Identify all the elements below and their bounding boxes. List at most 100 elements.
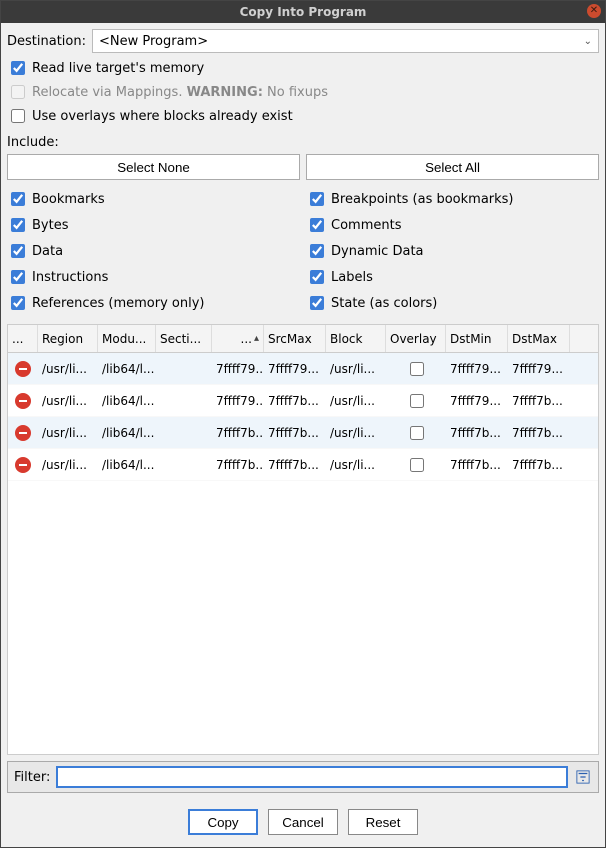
- col-srcmax[interactable]: SrcMax: [264, 325, 326, 352]
- include-checkbox[interactable]: [310, 296, 324, 310]
- overlay-checkbox[interactable]: [410, 426, 424, 440]
- select-all-button[interactable]: Select All: [306, 154, 599, 180]
- filter-input[interactable]: [56, 766, 568, 788]
- col-region[interactable]: Region: [38, 325, 98, 352]
- include-checkbox[interactable]: [310, 270, 324, 284]
- cell-srcmin: 7ffff7b...: [212, 449, 264, 480]
- cell-region: /usr/li...: [38, 449, 98, 480]
- table-row[interactable]: /usr/li.../lib64/l...7ffff7b...7ffff7b..…: [8, 417, 598, 449]
- include-checkbox[interactable]: [310, 192, 324, 206]
- cell-srcmax: 7ffff7b...: [264, 449, 326, 480]
- table-row[interactable]: /usr/li.../lib64/l...7ffff79...7ffff79..…: [8, 353, 598, 385]
- include-checkbox[interactable]: [310, 244, 324, 258]
- cell-dstmax: 7ffff79...: [508, 353, 570, 384]
- cell-dstmin: 7ffff7b...: [446, 449, 508, 480]
- include-label: Include:: [7, 135, 599, 150]
- cancel-button[interactable]: Cancel: [268, 809, 338, 835]
- chevron-down-icon: ⌄: [584, 36, 592, 47]
- include-checkbox[interactable]: [11, 244, 25, 258]
- copy-button[interactable]: Copy: [188, 809, 258, 835]
- include-item[interactable]: State (as colors): [306, 292, 599, 314]
- include-checkbox[interactable]: [310, 218, 324, 232]
- include-item[interactable]: Breakpoints (as bookmarks): [306, 188, 599, 210]
- reset-button[interactable]: Reset: [348, 809, 418, 835]
- cell-module: /lib64/l...: [98, 385, 156, 416]
- table-header: ... Region Modu... Secti... ... ▴ SrcMax…: [8, 325, 598, 353]
- cell-remove[interactable]: [8, 449, 38, 480]
- titlebar: Copy Into Program ✕: [1, 1, 605, 23]
- cell-section: [156, 353, 212, 384]
- destination-select[interactable]: <New Program> ⌄: [92, 29, 599, 53]
- include-item[interactable]: Bytes: [7, 214, 300, 236]
- col-srcmin[interactable]: ... ▴: [212, 325, 264, 352]
- include-item-label: Comments: [331, 218, 401, 233]
- cell-module: /lib64/l...: [98, 449, 156, 480]
- col-remove[interactable]: ...: [8, 325, 38, 352]
- cell-dstmax: 7ffff7b...: [508, 417, 570, 448]
- include-item-label: Breakpoints (as bookmarks): [331, 192, 514, 207]
- include-item-label: Bookmarks: [32, 192, 105, 207]
- read-memory-checkbox[interactable]: [11, 61, 25, 75]
- overlay-checkbox[interactable]: [410, 362, 424, 376]
- cell-section: [156, 385, 212, 416]
- cell-dstmin: 7ffff79...: [446, 353, 508, 384]
- cell-remove[interactable]: [8, 353, 38, 384]
- cell-remove[interactable]: [8, 385, 38, 416]
- filter-label: Filter:: [14, 770, 50, 785]
- cell-srcmax: 7ffff7b...: [264, 417, 326, 448]
- cell-dstmin: 7ffff7b...: [446, 417, 508, 448]
- col-overlay[interactable]: Overlay: [386, 325, 446, 352]
- remove-row-icon[interactable]: [15, 393, 31, 409]
- relocate-checkbox: [11, 85, 25, 99]
- select-none-button[interactable]: Select None: [7, 154, 300, 180]
- destination-value: <New Program>: [99, 34, 208, 49]
- include-item-label: References (memory only): [32, 296, 204, 311]
- cell-dstmin: 7ffff79...: [446, 385, 508, 416]
- remove-row-icon[interactable]: [15, 361, 31, 377]
- cell-overlay[interactable]: [386, 353, 446, 384]
- overlays-checkbox-row[interactable]: Use overlays where blocks already exist: [7, 105, 599, 127]
- relocate-label: Relocate via Mappings. WARNING: No fixup…: [32, 85, 328, 100]
- destination-label: Destination:: [7, 34, 86, 49]
- cell-remove[interactable]: [8, 417, 38, 448]
- include-item-label: Data: [32, 244, 63, 259]
- include-item[interactable]: Dynamic Data: [306, 240, 599, 262]
- cell-section: [156, 417, 212, 448]
- include-item-label: Labels: [331, 270, 373, 285]
- table-row[interactable]: /usr/li.../lib64/l...7ffff7b...7ffff7b..…: [8, 449, 598, 481]
- col-block[interactable]: Block: [326, 325, 386, 352]
- cell-overlay[interactable]: [386, 417, 446, 448]
- cell-block: /usr/li...: [326, 449, 386, 480]
- include-item[interactable]: References (memory only): [7, 292, 300, 314]
- overlay-checkbox[interactable]: [410, 394, 424, 408]
- include-checkbox[interactable]: [11, 218, 25, 232]
- cell-srcmax: 7ffff7b...: [264, 385, 326, 416]
- include-checkbox[interactable]: [11, 296, 25, 310]
- remove-row-icon[interactable]: [15, 425, 31, 441]
- close-icon[interactable]: ✕: [587, 4, 601, 18]
- include-item[interactable]: Data: [7, 240, 300, 262]
- include-item[interactable]: Labels: [306, 266, 599, 288]
- include-item[interactable]: Instructions: [7, 266, 300, 288]
- cell-overlay[interactable]: [386, 385, 446, 416]
- include-item[interactable]: Bookmarks: [7, 188, 300, 210]
- include-checkbox[interactable]: [11, 192, 25, 206]
- cell-overlay[interactable]: [386, 449, 446, 480]
- cell-region: /usr/li...: [38, 353, 98, 384]
- col-dstmax[interactable]: DstMax: [508, 325, 570, 352]
- read-memory-checkbox-row[interactable]: Read live target's memory: [7, 57, 599, 79]
- remove-row-icon[interactable]: [15, 457, 31, 473]
- filter-options-icon[interactable]: [574, 768, 592, 786]
- filter-bar: Filter:: [7, 761, 599, 793]
- col-module[interactable]: Modu...: [98, 325, 156, 352]
- cell-srcmin: 7ffff79...: [212, 353, 264, 384]
- overlay-checkbox[interactable]: [410, 458, 424, 472]
- include-item[interactable]: Comments: [306, 214, 599, 236]
- table-row[interactable]: /usr/li.../lib64/l...7ffff79...7ffff7b..…: [8, 385, 598, 417]
- cell-dstmax: 7ffff7b...: [508, 449, 570, 480]
- overlays-checkbox[interactable]: [11, 109, 25, 123]
- cell-module: /lib64/l...: [98, 353, 156, 384]
- col-dstmin[interactable]: DstMin: [446, 325, 508, 352]
- col-section[interactable]: Secti...: [156, 325, 212, 352]
- include-checkbox[interactable]: [11, 270, 25, 284]
